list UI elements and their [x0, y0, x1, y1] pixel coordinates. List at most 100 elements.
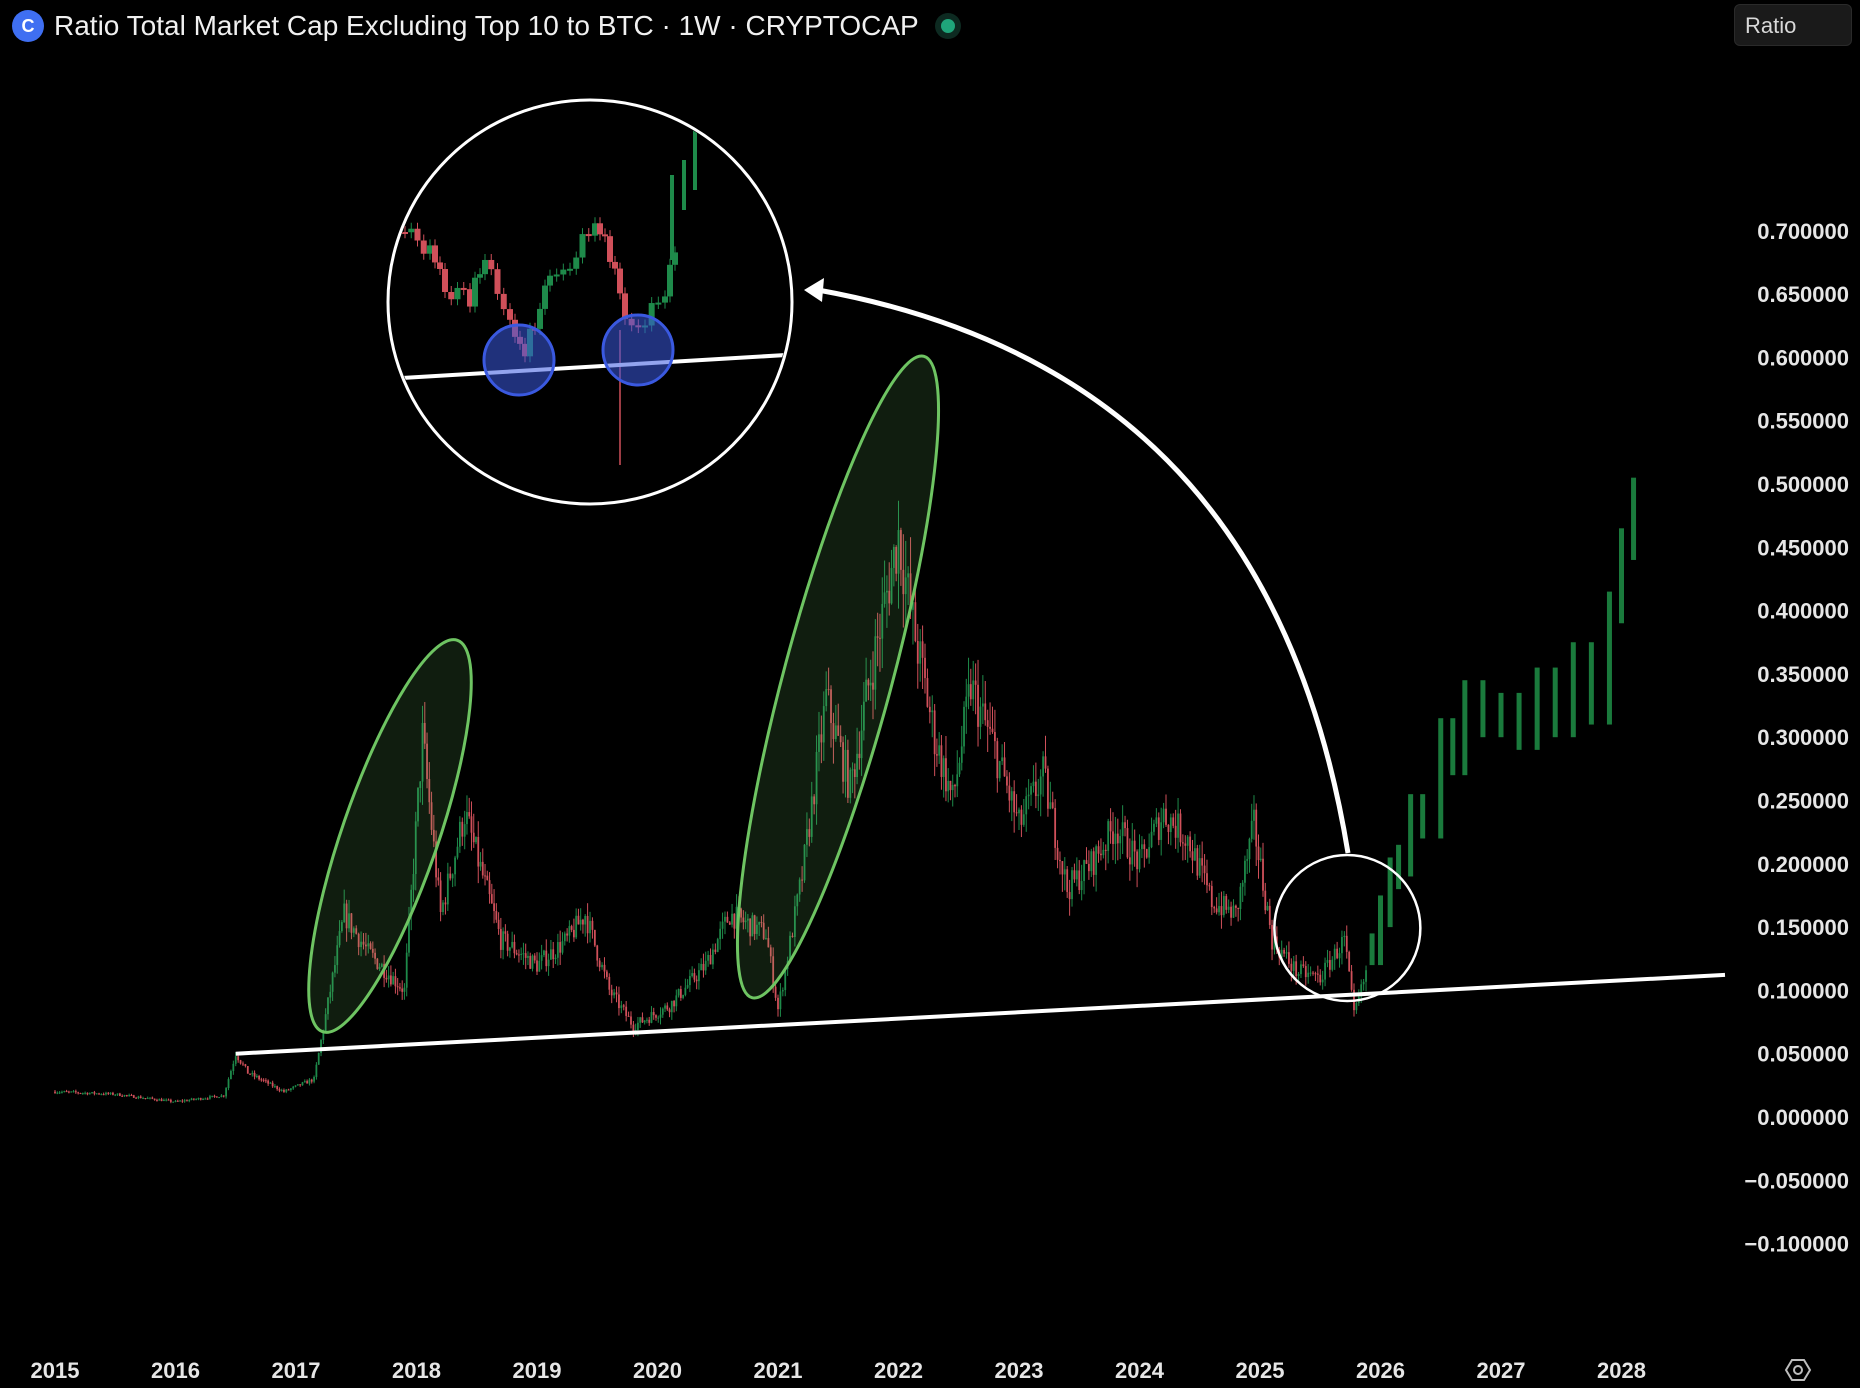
price-candle: [714, 949, 717, 952]
price-candle: [1206, 873, 1208, 886]
price-candle: [598, 960, 601, 968]
chart-title[interactable]: Ratio Total Market Cap Excluding Top 10 …: [54, 10, 919, 42]
price-candle: [1128, 857, 1131, 865]
price-candle: [552, 949, 555, 960]
zoom-candle: [667, 264, 673, 297]
price-candle: [1078, 870, 1081, 891]
price-candle: [618, 994, 620, 1009]
price-candle: [1268, 905, 1271, 925]
projection-bar: [1570, 642, 1576, 738]
price-candle: [650, 1012, 653, 1023]
price-candle: [446, 873, 449, 905]
price-candle: [677, 989, 680, 996]
y-tick-label: −0.100000: [1744, 1232, 1849, 1257]
price-candle: [1049, 802, 1052, 809]
price-candle: [479, 861, 482, 867]
price-candle: [691, 973, 694, 977]
price-candle: [951, 784, 954, 791]
price-candle: [399, 987, 401, 989]
price-candle: [1253, 809, 1255, 821]
x-tick-label: 2022: [874, 1358, 923, 1383]
y-tick-label: 0.150000: [1757, 915, 1849, 940]
price-candle: [984, 703, 987, 721]
price-candle: [1085, 860, 1088, 864]
price-candle: [584, 916, 587, 925]
price-candle: [963, 706, 965, 747]
price-candle: [914, 602, 917, 641]
price-candle: [493, 903, 495, 912]
price-candle: [1179, 813, 1182, 843]
price-candle: [296, 1084, 299, 1086]
price-candle: [280, 1090, 283, 1092]
price-candle: [686, 985, 689, 988]
price-candle: [779, 991, 782, 1010]
projection-bar: [1438, 718, 1444, 839]
price-candle: [195, 1099, 198, 1101]
price-candle: [385, 977, 388, 980]
price-candle: [1051, 802, 1054, 808]
price-candle: [262, 1079, 265, 1081]
price-candle: [1338, 953, 1341, 959]
scale-mode-button[interactable]: Ratio: [1734, 4, 1852, 46]
zoom-candle: [477, 274, 483, 278]
price-candle: [709, 954, 712, 965]
price-candle: [972, 680, 975, 700]
rally-highlight-2021: [735, 354, 941, 1000]
price-candle: [139, 1096, 142, 1099]
price-candle: [475, 837, 477, 843]
price-candle: [317, 1052, 320, 1065]
price-candle: [1295, 961, 1298, 976]
zoom-candle: [448, 292, 455, 300]
zoom-candle: [553, 274, 560, 277]
price-candle: [1172, 817, 1175, 826]
price-candle: [1290, 963, 1293, 971]
price-candle: [1006, 776, 1008, 786]
price-candle: [100, 1094, 103, 1096]
y-tick-label: 0.400000: [1757, 599, 1849, 624]
price-candle: [570, 926, 573, 930]
chart-canvas[interactable]: 0.700000 0.650000 0.600000 0.550000 0.500000…: [0, 0, 1860, 1388]
price-candle: [1255, 809, 1258, 847]
zoom-candle: [482, 259, 488, 275]
price-candle: [202, 1098, 204, 1100]
price-candle: [712, 949, 714, 965]
price-candle: [1239, 886, 1242, 910]
price-candle: [777, 997, 779, 1010]
price-candle: [1155, 817, 1158, 824]
zoom-candle: [442, 268, 448, 293]
price-candle: [1248, 838, 1251, 860]
price-candle: [137, 1096, 140, 1099]
price-candle: [1044, 756, 1047, 769]
price-candle: [998, 761, 1001, 779]
zoom-candle: [437, 262, 443, 269]
price-candle: [135, 1097, 138, 1099]
price-candle: [125, 1095, 128, 1097]
price-candle: [1121, 822, 1124, 837]
price-candle: [160, 1099, 163, 1102]
price-series: [54, 500, 1367, 1104]
price-candle: [547, 959, 550, 967]
price-candle: [102, 1094, 105, 1096]
price-candle: [1321, 979, 1324, 983]
price-candle: [698, 970, 700, 982]
price-candle: [237, 1056, 240, 1061]
x-axis[interactable]: 2015 2016 2017 2018 2019 2020 2021 2022 2023 2024…: [31, 1358, 1646, 1383]
price-candle: [1061, 861, 1064, 875]
zoom-candle: [420, 240, 427, 254]
cryptocap-logo-icon: C: [12, 10, 44, 42]
y-axis[interactable]: 0.700000 0.650000 0.600000 0.550000 0.500000…: [1744, 219, 1849, 1257]
price-candle: [251, 1072, 254, 1075]
settings-hexagon-icon[interactable]: [1784, 1359, 1812, 1381]
projection-bar: [1516, 692, 1522, 750]
price-candle: [218, 1097, 221, 1099]
price-candle: [724, 916, 726, 922]
price-candle: [1022, 814, 1025, 825]
price-candle: [481, 861, 484, 876]
price-candle: [86, 1092, 89, 1095]
projection-bar: [1420, 794, 1426, 839]
price-candle: [220, 1095, 223, 1098]
price-candle: [664, 1005, 666, 1009]
price-candle: [242, 1063, 244, 1065]
price-candle: [1201, 858, 1204, 866]
price-candle: [1124, 822, 1126, 829]
